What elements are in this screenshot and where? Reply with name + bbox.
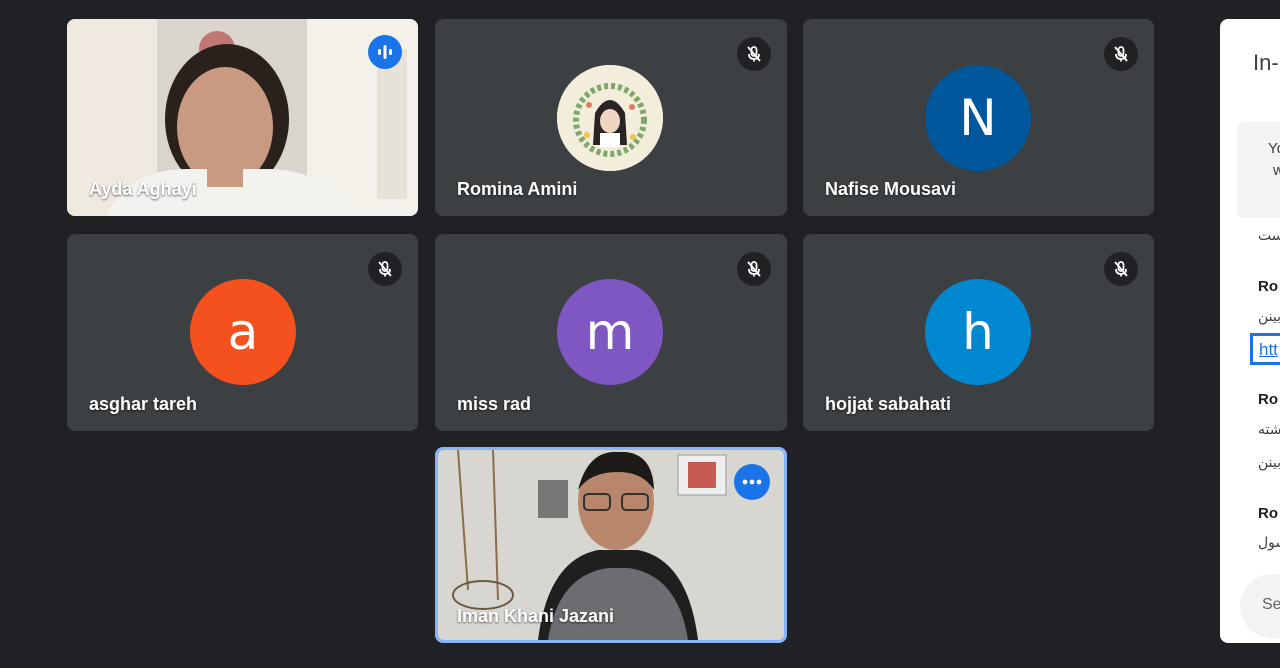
participant-name: miss rad (457, 394, 532, 414)
message-text: سول (1258, 534, 1280, 550)
participant-name: hojjat sabahati (825, 394, 952, 414)
speaking-indicator-icon (368, 35, 402, 69)
participant-tile-nafise[interactable]: N Nafise Mousavi (803, 19, 1154, 216)
participant-tile-self[interactable]: Iman Khani Jazani (435, 447, 787, 643)
mic-off-icon (737, 37, 771, 71)
participant-tile-romina[interactable]: Romina Amini (435, 19, 787, 216)
message-text: شته (1258, 421, 1280, 437)
messages-notice: Yo w (1237, 122, 1280, 218)
participant-name: asghar tareh (89, 394, 198, 414)
participant-avatar (557, 65, 663, 171)
message-sender: Ro (1258, 505, 1278, 522)
send-message-placeholder: Se (1262, 596, 1280, 613)
message-sender: Ro (1258, 391, 1278, 408)
participant-avatar: a (190, 279, 296, 385)
participant-name: Romina Amini (457, 179, 578, 199)
more-horiz-icon (742, 479, 762, 485)
message-text: بینن (1258, 308, 1280, 324)
in-call-messages-panel: In- Yo w ست Ro بینن htt Ro شته بینن Ro س… (1220, 19, 1280, 643)
participant-avatar: m (557, 279, 663, 385)
message-link-text[interactable]: htt (1259, 340, 1278, 360)
send-message-input[interactable]: Se (1240, 574, 1280, 638)
panel-title: In- (1253, 50, 1279, 75)
mic-off-icon (737, 252, 771, 286)
message-text: ست (1258, 227, 1280, 243)
participant-tile-miss-rad[interactable]: m miss rad (435, 234, 787, 431)
notice-text-line2: w (1273, 162, 1280, 179)
participant-tile-ayda[interactable]: Ayda Aghayi (67, 19, 418, 216)
participant-avatar: N (925, 65, 1031, 171)
mic-off-icon (1104, 252, 1138, 286)
message-text: بینن (1258, 454, 1280, 470)
participant-tile-asghar[interactable]: a asghar tareh (67, 234, 418, 431)
more-options-button[interactable] (734, 464, 770, 500)
mic-off-icon (1104, 37, 1138, 71)
participant-tile-hojjat[interactable]: h hojjat sabahati (803, 234, 1154, 431)
notice-text-line1: Yo (1268, 140, 1280, 157)
message-link[interactable]: htt (1250, 333, 1280, 365)
participant-name: Iman Khani Jazani (457, 606, 615, 626)
message-sender: Ro (1258, 278, 1278, 295)
participant-name: Ayda Aghayi (89, 179, 197, 199)
participant-avatar: h (925, 279, 1031, 385)
participant-name: Nafise Mousavi (825, 179, 957, 199)
mic-off-icon (368, 252, 402, 286)
